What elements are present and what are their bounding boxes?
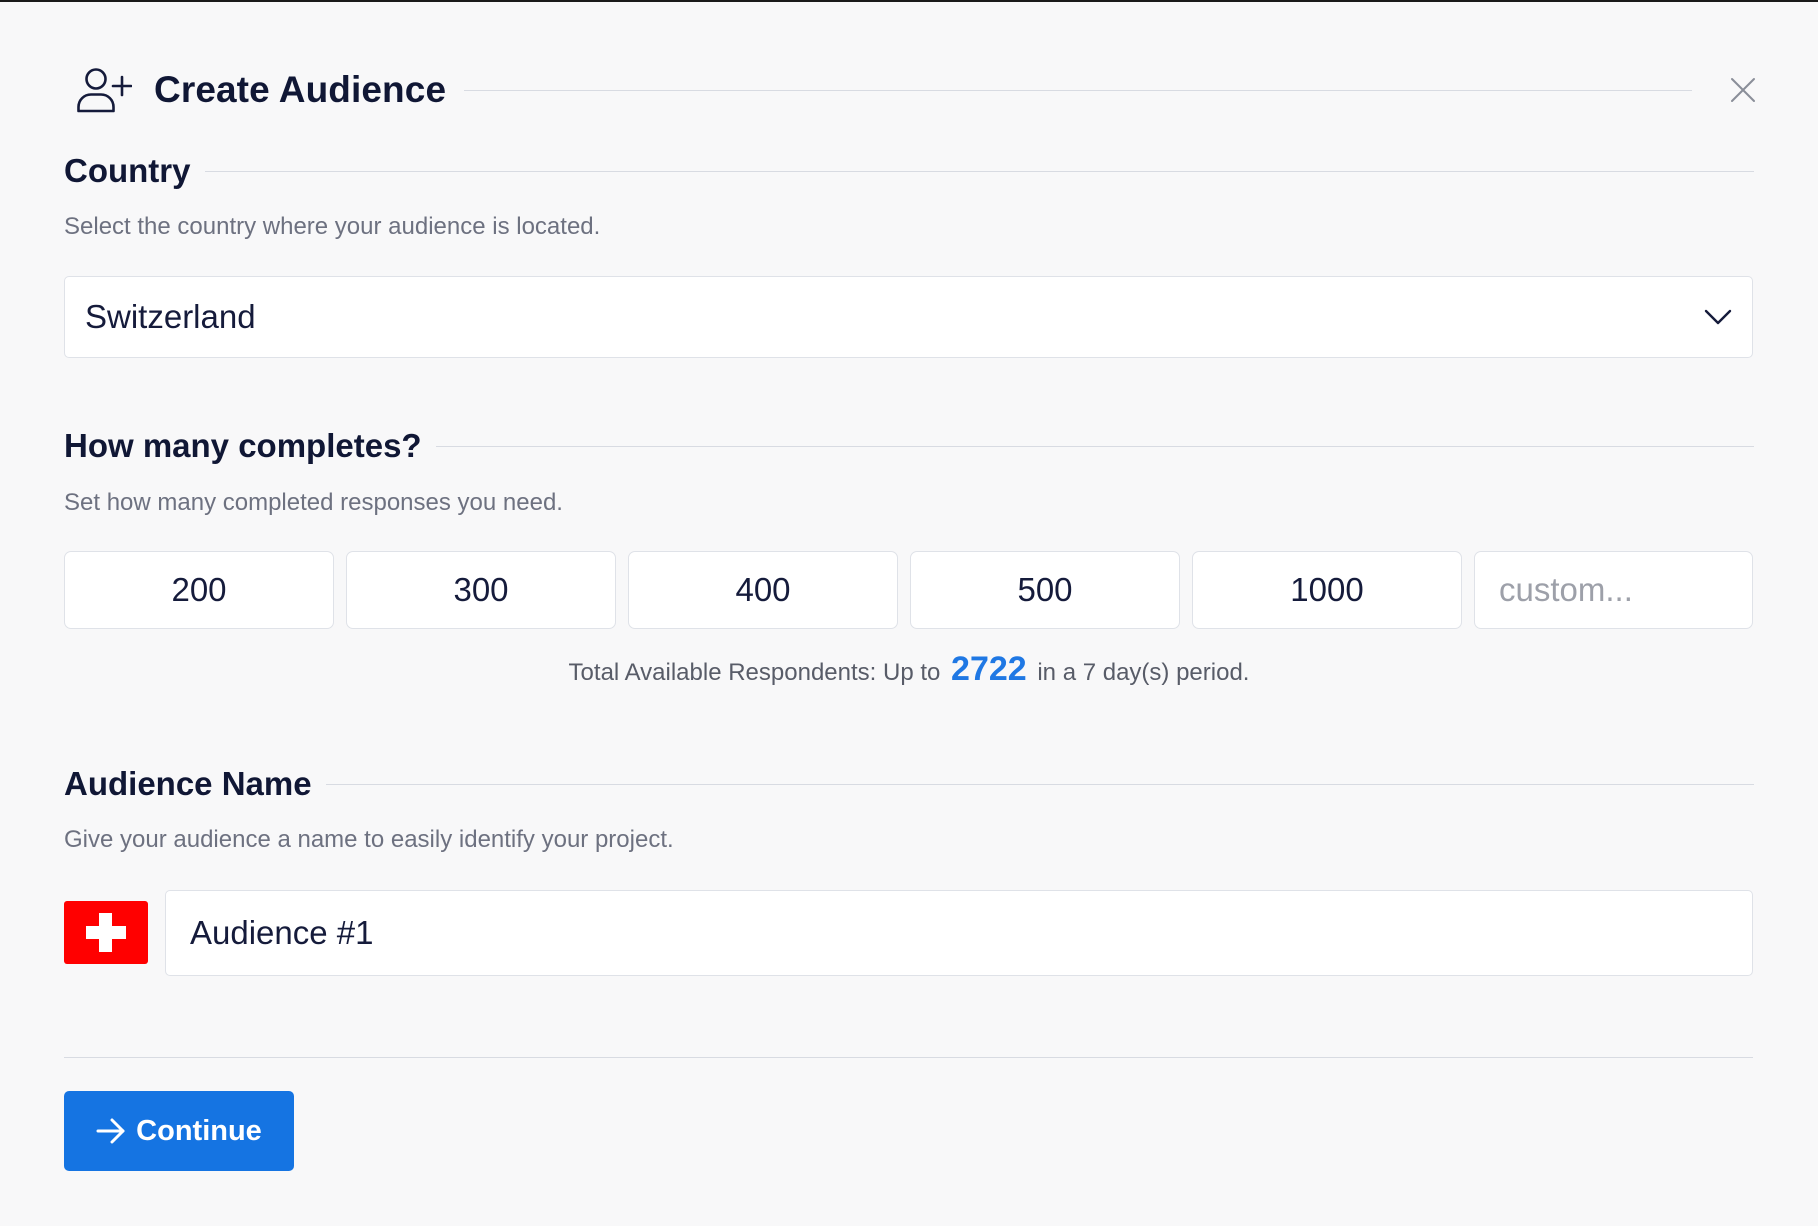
audience-name-row: Audience #1: [64, 889, 1753, 977]
completes-option-400[interactable]: 400: [628, 551, 898, 629]
custom-completes-input[interactable]: [1474, 551, 1753, 629]
audience-name-value: Audience #1: [190, 914, 374, 951]
completes-title: How many completes?: [64, 427, 422, 464]
completes-description: Set how many completed responses you nee…: [64, 489, 563, 516]
chevron-down-icon: [1704, 309, 1732, 325]
availability-text: Total Available Respondents: Up to 2722 …: [0, 650, 1818, 689]
availability-suffix: in a 7 day(s) period.: [1037, 659, 1250, 686]
country-select[interactable]: Switzerland: [64, 276, 1753, 358]
modal-header: Create Audience: [72, 60, 1760, 120]
footer-divider: [64, 1057, 1753, 1058]
country-heading: Country: [64, 152, 1754, 190]
completes-option-200[interactable]: 200: [64, 551, 334, 629]
audience-name-heading: Audience Name: [64, 765, 1754, 803]
continue-button[interactable]: Continue: [64, 1091, 294, 1171]
country-select-value: Switzerland: [85, 298, 256, 335]
close-button[interactable]: [1726, 73, 1760, 107]
availability-prefix: Total Available Respondents: Up to: [568, 659, 941, 686]
country-divider: [204, 170, 1754, 172]
completes-option-500[interactable]: 500: [910, 551, 1180, 629]
country-description: Select the country where your audience i…: [64, 213, 601, 240]
audience-name-divider: [325, 783, 1754, 785]
close-icon: [1731, 78, 1755, 102]
completes-divider: [435, 445, 1754, 447]
audience-name-title: Audience Name: [64, 765, 312, 802]
add-user-icon: [72, 63, 136, 117]
country-title: Country: [64, 152, 191, 189]
arrow-right-icon: [96, 1118, 126, 1144]
modal-title: Create Audience: [154, 69, 447, 110]
continue-label: Continue: [136, 1114, 262, 1147]
create-audience-modal: Create Audience Country Select the count…: [0, 0, 1818, 1226]
header-divider: [464, 89, 1692, 91]
completes-option-1000[interactable]: 1000: [1192, 551, 1462, 629]
completes-options: 200 300 400 500 1000: [64, 551, 1753, 629]
completes-option-300[interactable]: 300: [346, 551, 616, 629]
switzerland-flag-icon: [64, 900, 148, 964]
audience-name-input[interactable]: Audience #1: [165, 890, 1753, 976]
completes-heading: How many completes?: [64, 427, 1754, 465]
available-respondents-count: 2722: [951, 650, 1027, 688]
audience-name-description: Give your audience a name to easily iden…: [64, 826, 674, 853]
